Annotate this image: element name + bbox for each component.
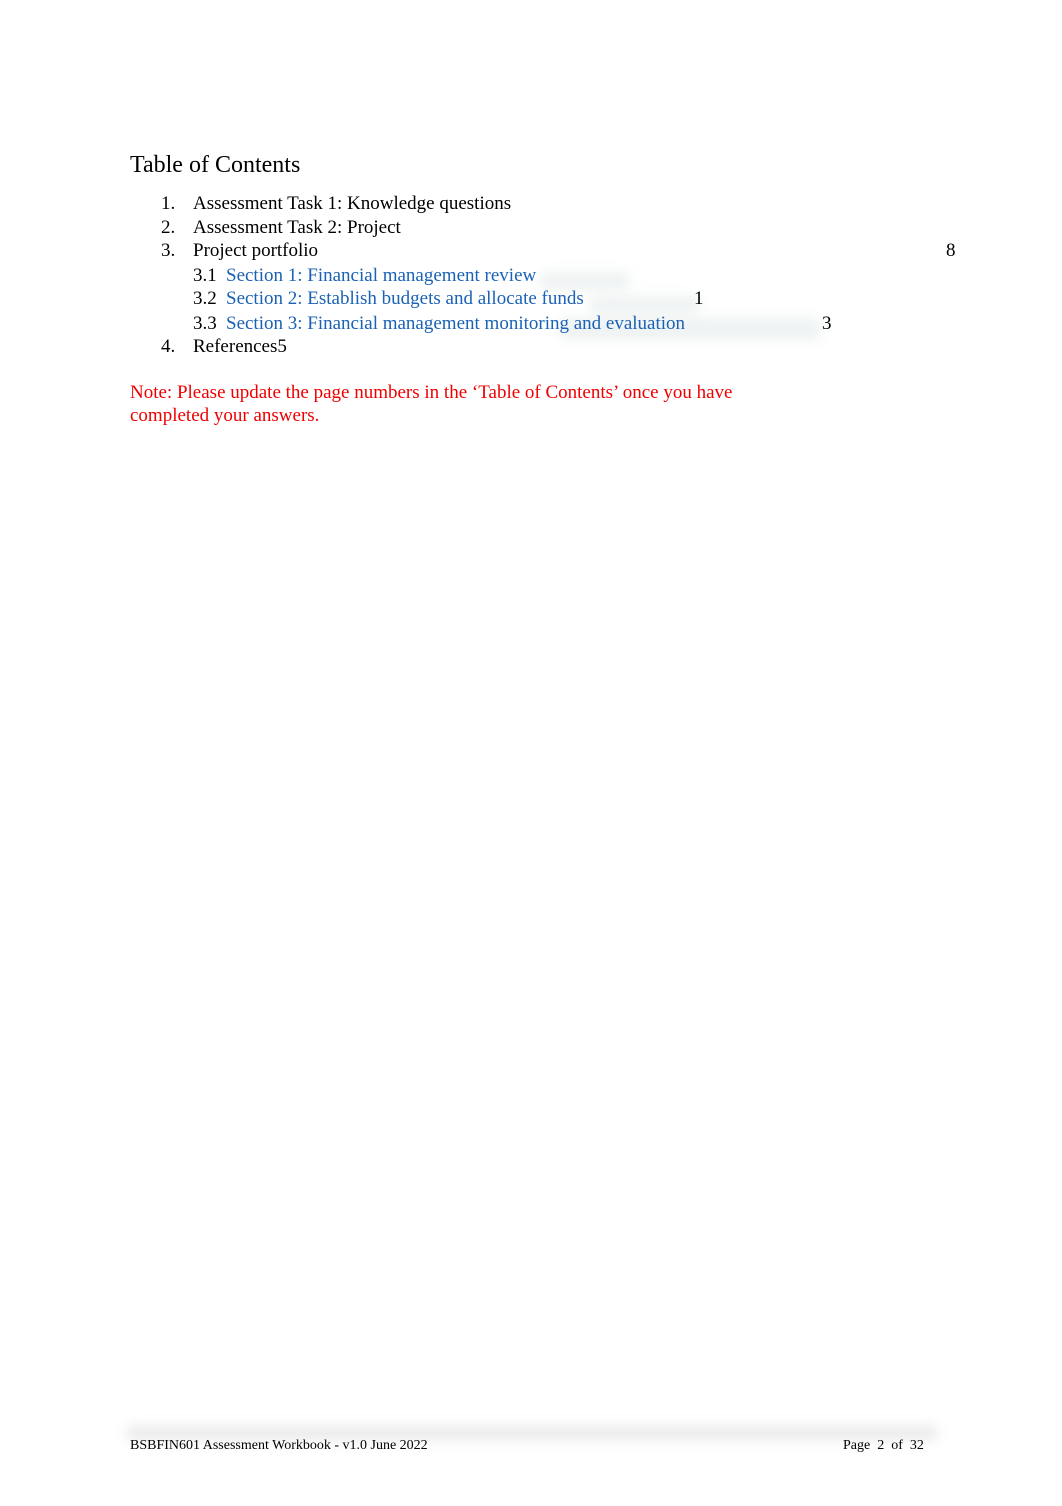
toc-item-number: 3. bbox=[161, 240, 176, 261]
toc-item-number: 2. bbox=[161, 217, 176, 238]
toc-subitem-number: 3.1 bbox=[193, 265, 217, 286]
toc-title: Table of Contents bbox=[130, 152, 301, 178]
toc-item[interactable]: 2. Assessment Task 2: Project bbox=[0, 216, 1062, 240]
toc-subitem-page: 1 bbox=[694, 288, 704, 309]
toc-item[interactable]: 3. Project portfolio 8 bbox=[0, 239, 1062, 263]
toc-item-label[interactable]: Project portfolio bbox=[193, 239, 318, 263]
toc-subitem-link[interactable]: Section 1: Financial management review bbox=[226, 264, 536, 288]
toc-item-label[interactable]: References5 bbox=[193, 335, 287, 359]
toc-subitem[interactable]: 3.1 Section 1: Financial management revi… bbox=[0, 264, 1062, 288]
toc-item-number: 4. bbox=[161, 336, 176, 357]
document-page: Table of Contents 1. Assessment Task 1: … bbox=[0, 0, 1062, 1506]
toc-subitem[interactable]: 3.3 Section 3: Financial management moni… bbox=[0, 312, 1062, 336]
footer-page-number: 2 bbox=[877, 1438, 885, 1453]
footer-of-label: of bbox=[891, 1438, 903, 1453]
footer-document-title: BSBFIN601 Assessment Workbook - v1.0 Jun… bbox=[130, 1438, 428, 1453]
toc-item-page: 8 bbox=[946, 240, 956, 261]
toc-subitem-link[interactable]: Section 2: Establish budgets and allocat… bbox=[226, 287, 584, 311]
footer-page-indicator: Page 2 of 32 bbox=[843, 1437, 924, 1455]
toc-subitem-number: 3.2 bbox=[193, 288, 217, 309]
toc-subitem[interactable]: 3.2 Section 2: Establish budgets and all… bbox=[0, 287, 1062, 311]
toc-item-label[interactable]: Assessment Task 2: Project bbox=[193, 216, 401, 240]
footer-page-label: Page bbox=[843, 1438, 871, 1453]
toc-item-number: 1. bbox=[161, 193, 176, 214]
update-note: Note: Please update the page numbers in … bbox=[130, 382, 733, 426]
toc-item[interactable]: 4. References5 bbox=[0, 335, 1062, 359]
toc-item-label[interactable]: Assessment Task 1: Knowledge questions bbox=[193, 192, 511, 216]
toc-subitem-page: 3 bbox=[822, 313, 832, 334]
toc-subitem-number: 3.3 bbox=[193, 313, 217, 334]
footer-total-pages: 32 bbox=[909, 1438, 924, 1453]
toc-item[interactable]: 1. Assessment Task 1: Knowledge question… bbox=[0, 192, 1062, 216]
toc-subitem-link[interactable]: Section 3: Financial management monitori… bbox=[226, 312, 685, 336]
